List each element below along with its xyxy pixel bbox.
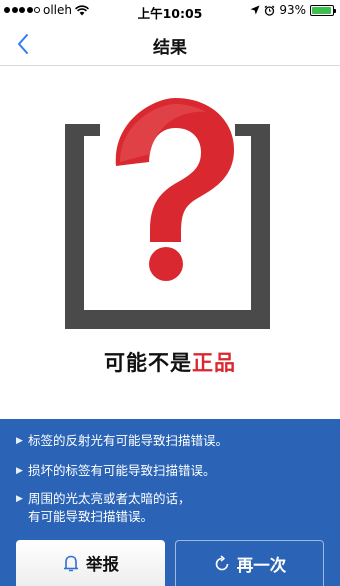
tip-item: ▶ 周围的光太亮或者太暗的话， 有可能导致扫描错误。 xyxy=(16,490,191,526)
location-arrow-icon xyxy=(250,5,260,15)
report-button-label: 举报 xyxy=(86,555,119,574)
tip-item: ▶ 标签的反射光有可能导致扫描错误。 xyxy=(16,432,228,450)
retry-button[interactable]: 再一次 xyxy=(175,540,324,586)
triangle-bullet-icon: ▶ xyxy=(16,494,23,504)
result-message-text: 可能不是 xyxy=(104,351,192,375)
tip-item: ▶ 损坏的标签有可能导致扫描错误。 xyxy=(16,462,216,480)
battery-icon xyxy=(310,4,336,16)
alarm-icon xyxy=(264,5,275,16)
triangle-bullet-icon: ▶ xyxy=(16,436,23,446)
result-screen: olleh 上午10:05 93% 结果 可能不是正品 ▶ 标签的反射光有可能导… xyxy=(0,0,340,586)
report-button[interactable]: 举报 xyxy=(16,540,165,586)
tip-text-block: 周围的光太亮或者太暗的话， 有可能导致扫描错误。 xyxy=(28,490,191,526)
result-message: 可能不是正品 xyxy=(0,347,340,377)
battery-percent: 93% xyxy=(279,3,306,17)
refresh-icon xyxy=(215,554,229,570)
bell-icon xyxy=(64,555,78,572)
tip-text-line: 周围的光太亮或者太暗的话， xyxy=(28,491,191,506)
tip-text-line: 有可能导致扫描错误。 xyxy=(28,509,154,524)
status-right: 93% xyxy=(250,3,336,17)
page-title: 结果 xyxy=(153,38,187,58)
tip-text: 标签的反射光有可能导致扫描错误。 xyxy=(28,433,229,448)
navigation-bar: 结果 xyxy=(0,22,340,66)
status-bar: olleh 上午10:05 93% xyxy=(0,0,340,22)
battery-fill xyxy=(312,6,331,14)
tip-text: 损坏的标签有可能导致扫描错误。 xyxy=(28,463,216,478)
result-message-emphasis: 正品 xyxy=(192,351,236,375)
question-mark-icon xyxy=(115,98,234,281)
triangle-bullet-icon: ▶ xyxy=(16,466,23,476)
retry-button-label: 再一次 xyxy=(236,555,287,575)
question-mark-illustration xyxy=(65,98,270,329)
